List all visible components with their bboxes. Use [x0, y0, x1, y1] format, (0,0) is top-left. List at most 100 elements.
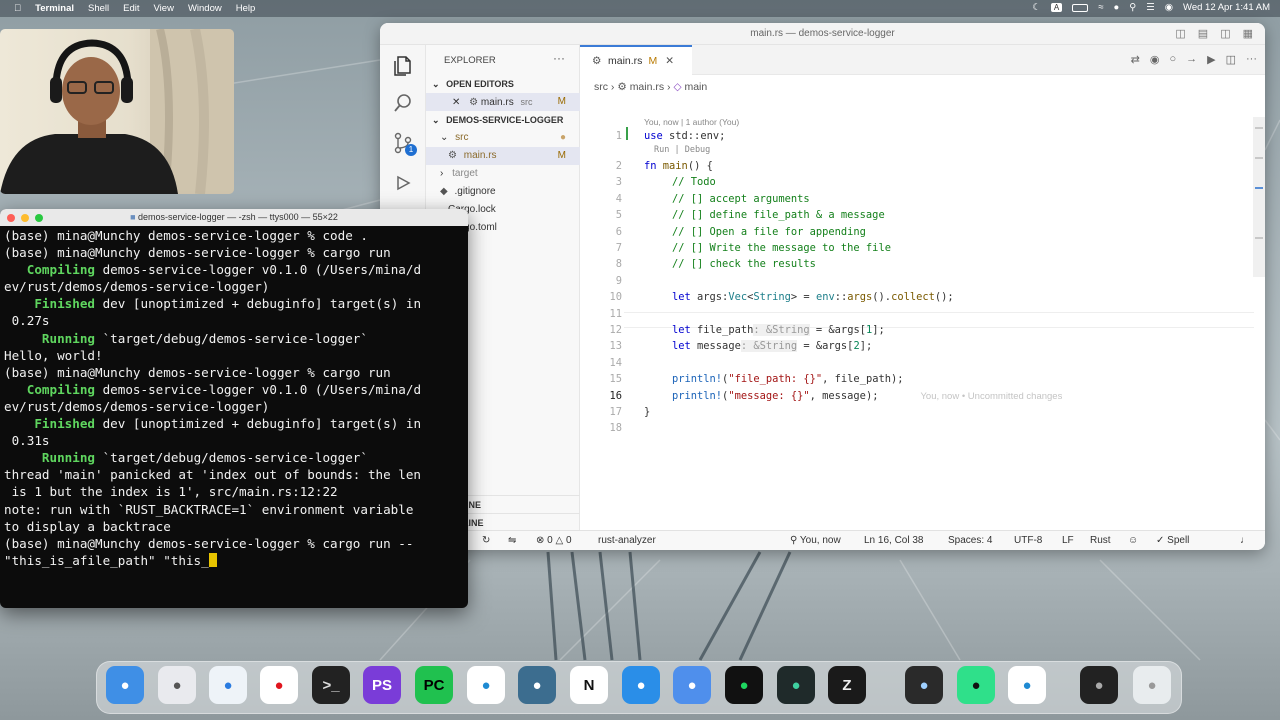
explorer-icon[interactable] [391, 53, 415, 77]
run-debug-codelens[interactable]: Run | Debug [654, 145, 710, 155]
menu-shell[interactable]: Shell [88, 3, 109, 14]
lab-icon[interactable]: ● [777, 666, 815, 704]
notifications-icon[interactable]: ♩ [1240, 531, 1250, 550]
terminal-window-icon[interactable]: ● [1080, 666, 1118, 704]
more-actions-icon[interactable]: ··· [553, 51, 565, 65]
menu-help[interactable]: Help [236, 3, 256, 14]
encoding-status[interactable]: UTF-8 [1014, 531, 1042, 550]
user-icon[interactable]: ● [1113, 2, 1119, 13]
sync-icon[interactable]: ↻ [482, 531, 490, 550]
search-icon[interactable]: ⚲ [1129, 2, 1136, 13]
run-debug-icon[interactable] [391, 171, 415, 195]
launchpad-icon[interactable]: ● [158, 666, 196, 704]
siri-icon[interactable]: ◉ [1165, 2, 1173, 13]
terminal-window[interactable]: ■ demos-service-logger — -zsh — ttys000 … [0, 209, 468, 608]
open-editors-section[interactable]: ⌄ OPEN EDITORS [426, 75, 580, 93]
eol-status[interactable]: LF [1062, 531, 1074, 550]
open-editor-main-rs[interactable]: ✕ ⚙ main.rs src M [426, 93, 580, 111]
cursor-position[interactable]: Ln 16, Col 38 [864, 531, 924, 550]
tree-item-src[interactable]: ⌄ src ● [426, 129, 580, 147]
zoom-button[interactable] [35, 214, 43, 222]
phpstorm-icon[interactable]: PS [363, 666, 401, 704]
menu-clock[interactable]: Wed 12 Apr 1:41 AM [1183, 2, 1270, 13]
docker-icon[interactable]: ● [622, 666, 660, 704]
vscode-insiders-icon[interactable]: ● [1008, 666, 1046, 704]
blame-codelens[interactable]: You, now | 1 author (You) [644, 117, 739, 127]
vscode-icon[interactable]: ● [467, 666, 505, 704]
source-control-icon[interactable]: 1 [391, 131, 417, 156]
close-icon[interactable]: ✕ [665, 55, 674, 67]
folder-icon: ■ [130, 212, 136, 222]
toggle-sidebar-icon[interactable]: ◫ [1175, 23, 1185, 45]
copilot-icon[interactable]: ● [957, 666, 995, 704]
zed-icon[interactable]: Z [828, 666, 866, 704]
tree-item-main-rs[interactable]: ⚙ main.rs M [426, 147, 580, 165]
layout-icon[interactable]: ▦ [1243, 23, 1253, 45]
project-label: DEMOS-SERVICE-LOGGER [446, 115, 564, 125]
editor-area[interactable]: ⚙ main.rs M ✕ ⇄ ◉ ○ → ▶ ◫ ··· src › ⚙ main… [580, 45, 1265, 530]
code-line-16: println!("message: {}", message); You, no… [672, 389, 1063, 402]
remote-icon[interactable]: ⇋ [508, 531, 516, 550]
indentation-status[interactable]: Spaces: 4 [948, 531, 992, 550]
more-actions-icon[interactable]: ··· [1246, 53, 1257, 66]
input-source-icon[interactable]: A [1050, 3, 1063, 12]
run-icon[interactable]: ▶ [1207, 53, 1215, 66]
notion-icon[interactable]: N [570, 666, 608, 704]
menu-edit[interactable]: Edit [123, 3, 139, 14]
control-center-icon[interactable]: ☰ [1146, 2, 1155, 13]
finder-icon[interactable]: ● [106, 666, 144, 704]
minimize-button[interactable] [21, 214, 29, 222]
code-line-1: use std::env; [644, 130, 726, 142]
wifi-icon[interactable]: ≈ [1098, 2, 1103, 13]
moon-icon[interactable]: ☾ [1032, 2, 1041, 13]
search-icon[interactable] [391, 91, 415, 115]
compare-icon[interactable]: ⇄ [1131, 53, 1140, 66]
breadcrumb-file[interactable]: main.rs [630, 81, 664, 93]
previous-change-icon[interactable]: ○ [1169, 53, 1176, 66]
terminal-line: Compiling demos-service-logger v0.1.0 (/… [4, 262, 422, 278]
terminal-line: (base) mina@Munchy demos-service-logger … [4, 535, 414, 551]
terminal-line: (base) mina@Munchy demos-service-logger … [4, 245, 391, 261]
menu-window[interactable]: Window [188, 3, 222, 14]
close-icon[interactable]: ✕ [452, 97, 460, 108]
lsp-status[interactable]: rust-analyzer [598, 531, 656, 550]
spell-status[interactable]: ✓ Spell [1156, 531, 1189, 550]
apple-icon[interactable]:  [14, 3, 21, 14]
close-button[interactable] [7, 214, 15, 222]
problems-status[interactable]: ⊗ 0 △ 0 [536, 531, 572, 550]
open-changes-icon[interactable]: ◉ [1150, 53, 1160, 66]
breadcrumb-symbol[interactable]: main [684, 81, 707, 93]
line-number: 6 [615, 225, 622, 238]
language-mode[interactable]: Rust [1090, 531, 1111, 550]
terminal-line: to display a backtrace [4, 518, 171, 534]
trash-icon[interactable]: ● [1133, 666, 1171, 704]
safari-icon[interactable]: ● [209, 666, 247, 704]
git-blame-status[interactable]: ⚲ You, now [790, 531, 841, 550]
terminal-output[interactable]: (base) mina@Munchy demos-service-logger … [4, 227, 466, 569]
next-change-icon[interactable]: → [1186, 53, 1197, 66]
terminal-line: ev/rust/demos/demos-service-logger) [4, 398, 270, 414]
toggle-secondary-sidebar-icon[interactable]: ◫ [1220, 23, 1230, 45]
project-section[interactable]: ⌄ DEMOS-SERVICE-LOGGER [426, 111, 580, 129]
menu-app-name[interactable]: Terminal [35, 3, 74, 14]
terminal-icon[interactable]: >_ [312, 666, 350, 704]
spotify-icon[interactable]: ● [725, 666, 763, 704]
tree-item-gitignore[interactable]: ◆ .gitignore [426, 183, 580, 201]
battery-icon[interactable] [1072, 3, 1089, 12]
minimap-scrollbar[interactable] [1253, 117, 1265, 277]
arc-icon[interactable]: ● [673, 666, 711, 704]
quicktime-icon[interactable]: ● [905, 666, 943, 704]
pycharm-icon[interactable]: PC [415, 666, 453, 704]
tree-item-target[interactable]: › target [426, 165, 580, 183]
line-number: 5 [615, 209, 622, 222]
copilot-icon[interactable]: ☺ [1128, 531, 1138, 550]
breadcrumb-src[interactable]: src [594, 81, 608, 93]
split-editor-icon[interactable]: ◫ [1226, 53, 1236, 66]
toggle-panel-icon[interactable]: ▤ [1198, 23, 1208, 45]
status-bar: ↻ ⇋ ⊗ 0 △ 0 rust-analyzer ⚲ You, now Ln … [380, 530, 1265, 550]
code-line-12: let file_path: &String = &args[1]; [672, 324, 885, 336]
opera-icon[interactable]: ● [260, 666, 298, 704]
mysql-workbench-icon[interactable]: ● [518, 666, 556, 704]
menu-view[interactable]: View [154, 3, 174, 14]
tab-main-rs[interactable]: ⚙ main.rs M ✕ [580, 45, 692, 75]
